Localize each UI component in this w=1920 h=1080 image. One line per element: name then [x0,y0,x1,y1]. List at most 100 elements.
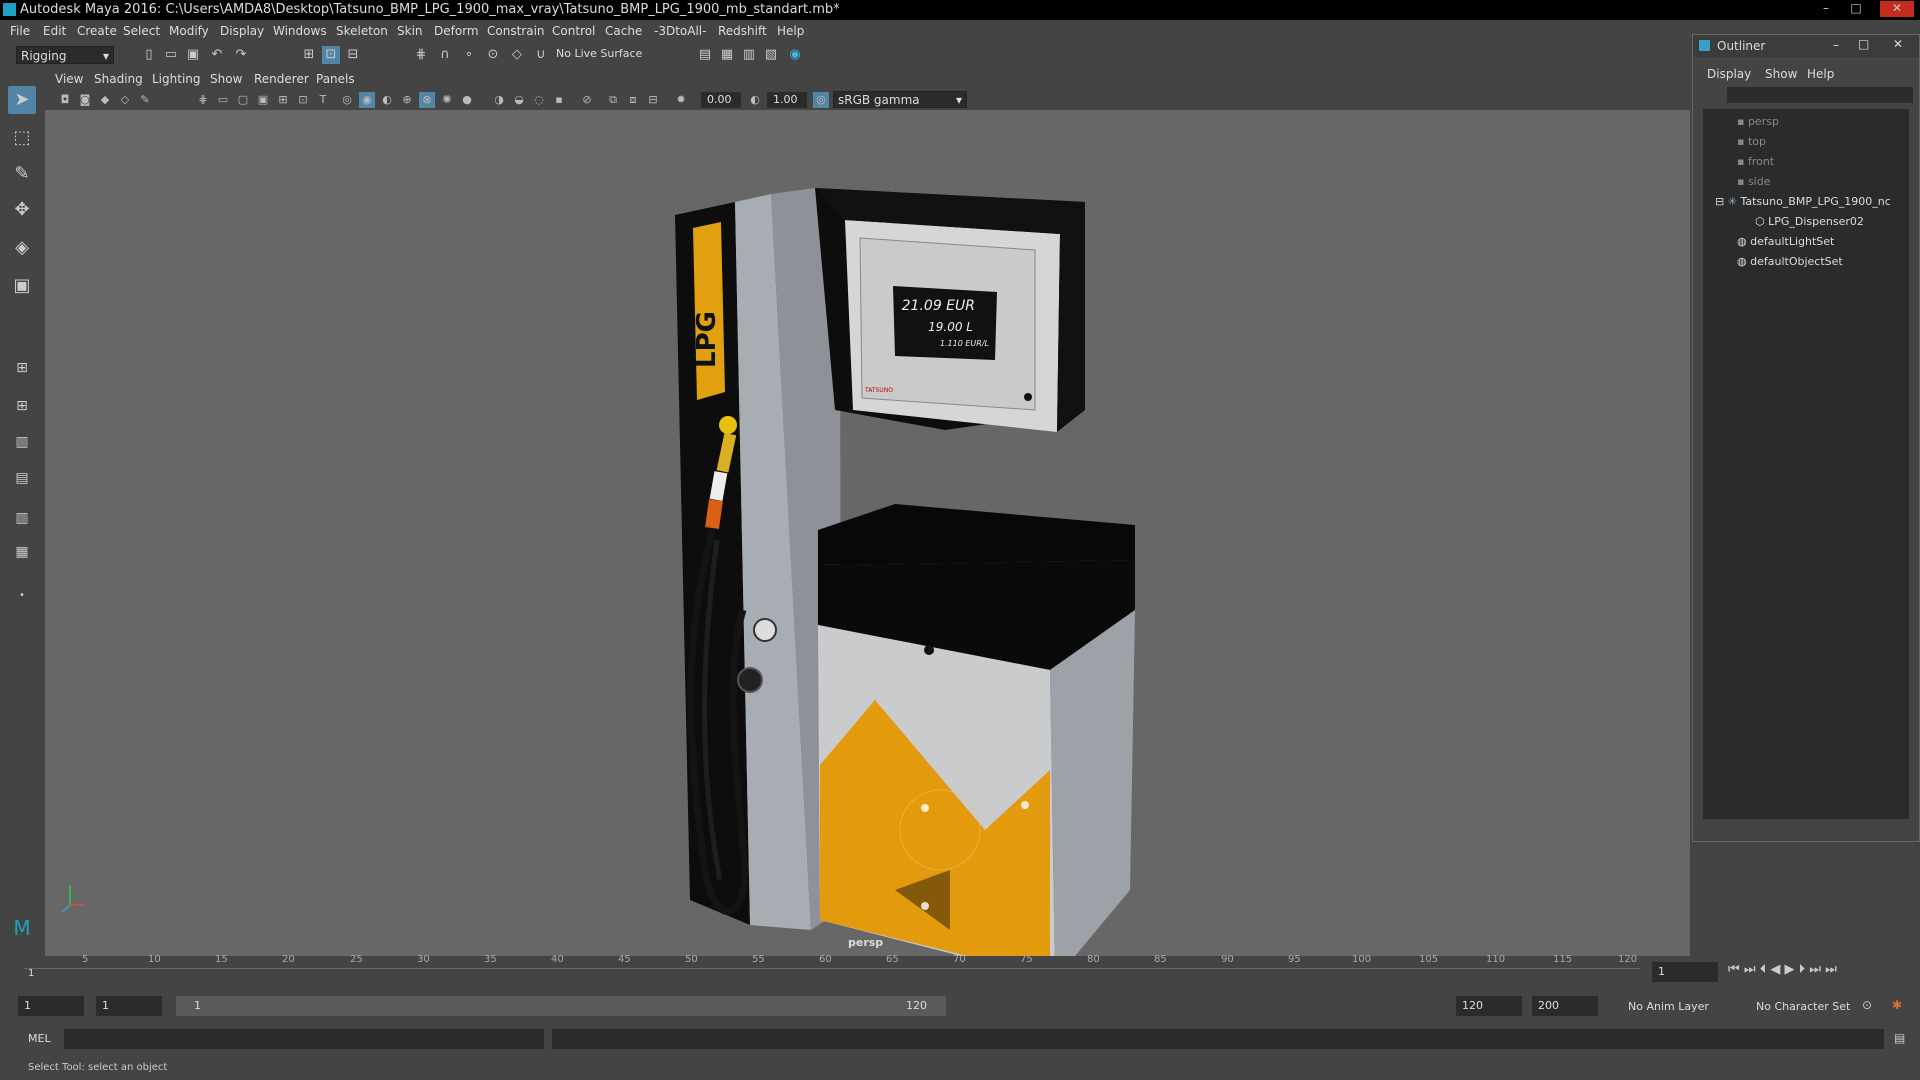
lights-icon[interactable]: ⊗ [419,92,435,108]
step-forward-icon[interactable]: ⏵ [1799,962,1810,977]
menu-select[interactable]: Select [123,24,160,38]
field-chart-icon[interactable]: ⊞ [275,92,291,108]
maya-home-icon[interactable]: M [8,914,36,942]
move-tool-icon[interactable]: ✥ [8,196,36,224]
grid-icon[interactable]: ⋕ [195,92,211,108]
color-space-dropdown[interactable]: sRGB gamma ▾ [833,91,967,108]
time-slider[interactable]: 1 5 10 15 20 25 30 35 40 45 50 55 60 65 … [0,954,1920,986]
outliner-item-front[interactable]: ▪ front [1737,155,1774,168]
anim-start-field[interactable]: 1 [18,996,84,1016]
gamma-field[interactable]: 1.00 [767,92,807,108]
rotate-tool-icon[interactable]: ◈ [8,234,36,262]
collapse-icon[interactable]: ⊟ [1715,195,1728,208]
render-settings-icon[interactable]: ▤ [696,46,714,64]
anim-layer-dropdown[interactable]: No Anim Layer [1628,1000,1709,1013]
select-component-icon[interactable]: ⊟ [344,46,362,64]
textured-icon[interactable]: ⊕ [399,92,415,108]
open-scene-icon[interactable]: ▭ [162,46,180,64]
menu-edit[interactable]: Edit [43,24,66,38]
wireframe-on-shaded-icon[interactable]: ◐ [379,92,395,108]
minimize-icon[interactable]: – [1833,38,1839,52]
menu-create[interactable]: Create [77,24,117,38]
render-icon[interactable]: ▦ [718,46,736,64]
isolate-select-icon[interactable]: ▪ [551,92,567,108]
shadows-icon[interactable]: ✺ [439,92,455,108]
motion-blur-icon[interactable]: ◑ [491,92,507,108]
snap-magnet-icon[interactable]: ∪ [532,46,550,64]
xray-joints-icon[interactable]: ⧉ [605,92,621,108]
menu-skeleton[interactable]: Skeleton [336,24,388,38]
vp-menu-renderer[interactable]: Renderer [254,72,309,86]
anim-end-field[interactable]: 200 [1532,996,1598,1016]
outliner-item-persp[interactable]: ▪ persp [1737,115,1779,128]
resolution-gate-icon[interactable]: ▢ [235,92,251,108]
vp-menu-shading[interactable]: Shading [94,72,143,86]
undo-icon[interactable]: ↶ [208,46,226,64]
save-scene-icon[interactable]: ▣ [184,46,202,64]
outliner-search-input[interactable] [1727,87,1913,103]
outliner-menu-show[interactable]: Show [1765,67,1797,81]
smooth-shade-icon[interactable]: ◉ [359,92,375,108]
vp-menu-lighting[interactable]: Lighting [152,72,201,86]
vp-menu-show[interactable]: Show [210,72,242,86]
step-back-key-icon[interactable]: ⏭ [1744,962,1760,977]
anim-prefs-icon[interactable]: ✱ [1892,998,1902,1012]
character-set-dropdown[interactable]: No Character Set [1756,1000,1850,1013]
paint-select-icon[interactable]: ✎ [8,160,36,188]
snap-surface-icon[interactable]: ◇ [508,46,526,64]
more-layouts-icon[interactable]: • [8,582,36,610]
snap-curve-icon[interactable]: ∩ [436,46,454,64]
maximize-icon[interactable]: □ [1858,37,1869,51]
single-layout-icon[interactable]: ⊞ [8,354,36,382]
command-input[interactable] [64,1029,544,1049]
bookmark-icon[interactable]: ◆ [97,92,113,108]
close-icon[interactable]: ✕ [1893,37,1903,51]
range-bar[interactable]: 1 120 [176,996,946,1016]
menu-control[interactable]: Control [552,24,595,38]
grease-pencil-icon[interactable]: ✎ [137,92,153,108]
exposure-field[interactable]: 0.00 [701,92,741,108]
outliner-item-side[interactable]: ▪ side [1737,175,1771,188]
four-view-layout-icon[interactable]: ⊞ [8,392,36,420]
menu-windows[interactable]: Windows [273,24,327,38]
safe-action-icon[interactable]: ⊡ [295,92,311,108]
go-to-end-icon[interactable]: ⏭ [1825,962,1837,977]
playback-end-field[interactable]: 120 [1456,996,1522,1016]
snap-view-icon[interactable]: ⊙ [484,46,502,64]
maximize-button[interactable]: □ [1845,1,1867,17]
hypershade-icon[interactable]: ◉ [786,46,804,64]
menu-help[interactable]: Help [777,24,804,38]
safe-title-icon[interactable]: T [315,92,331,108]
menu-3dtoall[interactable]: -3DtoAll- [654,24,706,38]
ambient-occlusion-icon[interactable]: ● [459,92,475,108]
ipr-render-icon[interactable]: ▥ [740,46,758,64]
color-management-icon[interactable]: ◎ [813,92,829,108]
image-plane-icon[interactable]: ◇ [117,92,133,108]
mode-dropdown[interactable]: Rigging ▾ [16,46,114,64]
outliner-item-mesh[interactable]: ⬡ LPG_Dispenser02 [1755,215,1864,228]
gate-mask-icon[interactable]: ▣ [255,92,271,108]
redo-icon[interactable]: ↷ [232,46,250,64]
auto-key-icon[interactable]: ⊙ [1862,998,1872,1012]
menu-file[interactable]: File [10,24,30,38]
step-forward-key-icon[interactable]: ⏭ [1809,962,1825,977]
vp-menu-panels[interactable]: Panels [316,72,355,86]
xray-components-icon[interactable]: ⧈ [625,92,641,108]
live-surface-label[interactable]: No Live Surface [556,47,642,60]
select-tool-icon[interactable]: ➤ [8,86,36,114]
3d-canvas[interactable]: LPG 21.09 EUR 19.00 L 1.110 EUR/L TATSUN… [45,110,1690,980]
step-back-icon[interactable]: ⏴ [1760,962,1771,977]
go-to-start-icon[interactable]: ⏮ [1728,962,1744,977]
camera-icon[interactable]: ◘ [57,92,73,108]
camera-attr-icon[interactable]: ◙ [77,92,93,108]
vp-menu-view[interactable]: View [55,72,83,86]
menu-display[interactable]: Display [220,24,264,38]
xray-icon[interactable]: ⊘ [579,92,595,108]
play-forward-icon[interactable]: ▶ [1784,962,1798,977]
outliner-menu-help[interactable]: Help [1807,67,1834,81]
hud-icon[interactable]: ⊟ [645,92,661,108]
outliner-item-objectset[interactable]: ◍ defaultObjectSet [1737,255,1843,268]
select-hierarchy-icon[interactable]: ⊞ [300,46,318,64]
menu-deform[interactable]: Deform [434,24,479,38]
render-view-icon[interactable]: ▧ [762,46,780,64]
